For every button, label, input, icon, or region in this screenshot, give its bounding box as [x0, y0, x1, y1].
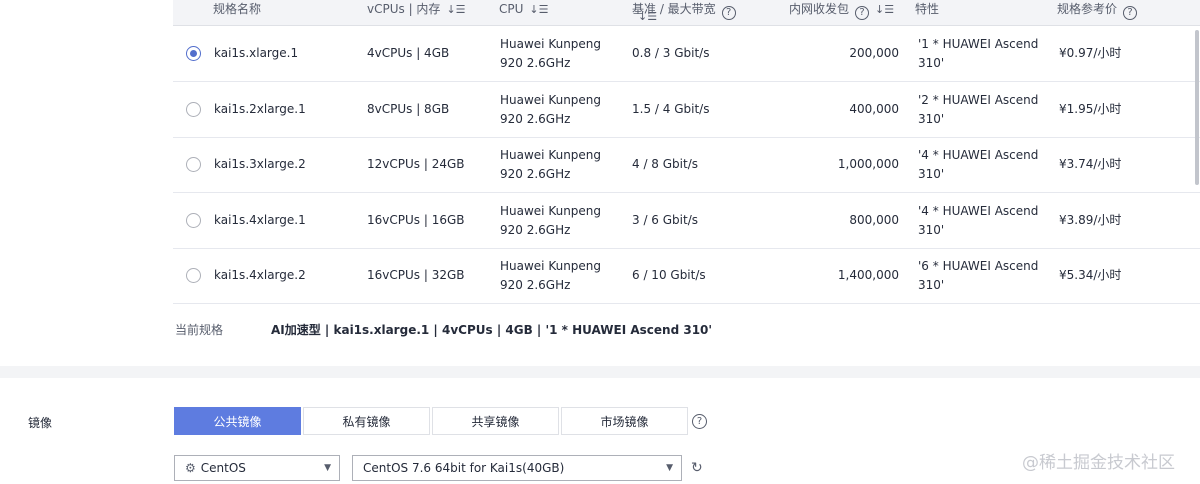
cell-name: kai1s.xlarge.1	[214, 46, 299, 60]
cell-cpu: Huawei Kunpeng 920 2.6GHz	[500, 37, 602, 70]
cell-features: '4 * HUAWEI Ascend 310'	[918, 148, 1039, 181]
tab-public-image[interactable]: 公共镜像	[174, 407, 301, 435]
tab-private-image[interactable]: 私有镜像	[303, 407, 430, 435]
cell-pps: 1,400,000	[837, 268, 899, 282]
image-type-tabs: 公共镜像 私有镜像 共享镜像 市场镜像	[174, 407, 690, 435]
cell-name: kai1s.4xlarge.1	[214, 212, 306, 227]
col-header-name: 规格名称	[213, 2, 262, 16]
question-circle-icon[interactable]: ?	[692, 414, 707, 429]
gear-icon: ⚙	[185, 461, 196, 475]
cell-cpu: Huawei Kunpeng 920 2.6GHz	[500, 148, 602, 181]
flavor-radio[interactable]	[186, 212, 201, 228]
cell-price: ¥3.74/小时	[1059, 157, 1122, 171]
current-spec-label: 当前规格	[175, 323, 224, 337]
sort-icon[interactable]: ↓☰	[638, 10, 657, 23]
cell-cpu: Huawei Kunpeng 920 2.6GHz	[500, 203, 602, 237]
flavor-table: 规格名称 vCPUs | 内存 ↓☰ CPU ↓☰ 基准 / 最大带宽? 内网收发包…	[173, 0, 1200, 304]
col-header-cpu[interactable]: CPU ↓☰	[499, 0, 548, 26]
table-row[interactable]: kai1s.3xlarge.2 12vCPUs | 24GB Huawei Kunp…	[173, 137, 1200, 193]
cell-price: ¥1.95/小时	[1059, 101, 1122, 116]
table-row[interactable]: kai1s.4xlarge.2 16vCPUs | 32GB Huawei Kunp…	[173, 248, 1200, 304]
cell-features: '4 * HUAWEI Ascend 310'	[918, 203, 1039, 237]
table-header: 规格名称 vCPUs | 内存 ↓☰ CPU ↓☰ 基准 / 最大带宽? 内网收发包…	[173, 0, 1200, 26]
cell-vcpu-mem: 12vCPUs | 24GB	[367, 157, 465, 171]
flavor-radio[interactable]	[186, 157, 201, 172]
tab-shared-image[interactable]: 共享镜像	[432, 407, 559, 435]
cell-pps: 200,000	[849, 46, 899, 60]
cell-cpu: Huawei Kunpeng 920 2.6GHz	[500, 259, 602, 292]
cell-vcpu-mem: 8vCPUs | 8GB	[367, 101, 450, 116]
cell-vcpu-mem: 4vCPUs | 4GB	[367, 46, 450, 60]
cell-price: ¥0.97/小时	[1059, 46, 1122, 60]
flavor-radio[interactable]	[186, 101, 201, 117]
cell-bandwidth: 1.5 / 4 Gbit/s	[632, 101, 710, 116]
sort-icon[interactable]: ↓☰	[529, 0, 548, 27]
watermark: @稀土掘金技术社区	[1022, 453, 1175, 473]
os-select[interactable]: ⚙ CentOS ▼	[174, 455, 340, 481]
question-circle-icon[interactable]: ?	[721, 6, 736, 20]
cell-pps: 800,000	[849, 212, 899, 227]
cell-bandwidth: 0.8 / 3 Gbit/s	[632, 46, 710, 60]
cell-features: '1 * HUAWEI Ascend 310'	[918, 37, 1039, 70]
caret-down-icon: ▼	[324, 463, 331, 473]
refresh-icon[interactable]: ↻	[691, 460, 703, 476]
table-row[interactable]: kai1s.xlarge.1 4vCPUs | 4GB Huawei Kunpeng…	[173, 26, 1200, 82]
cell-pps: 1,000,000	[837, 157, 899, 171]
sort-icon[interactable]: ↓☰	[446, 0, 465, 27]
cell-cpu: Huawei Kunpeng 920 2.6GHz	[500, 92, 602, 126]
image-label: 镜像	[28, 416, 53, 430]
col-header-price: 规格参考价?	[1057, 0, 1138, 26]
cell-features: '6 * HUAWEI Ascend 310'	[918, 259, 1039, 292]
table-row[interactable]: kai1s.4xlarge.1 16vCPUs | 16GB Huawei Kunp…	[173, 193, 1200, 249]
col-header-pps[interactable]: 内网收发包? ↓☰	[789, 0, 894, 26]
sort-icon[interactable]: ↓☰	[875, 0, 894, 27]
flavor-radio[interactable]	[186, 268, 201, 283]
cell-bandwidth: 4 / 8 Gbit/s	[632, 157, 699, 171]
table-scrollbar[interactable]	[1195, 30, 1199, 185]
cell-name: kai1s.3xlarge.2	[214, 157, 306, 171]
question-circle-icon[interactable]: ?	[855, 6, 870, 20]
caret-down-icon: ▼	[666, 463, 673, 473]
cell-bandwidth: 3 / 6 Gbit/s	[632, 212, 699, 227]
cell-price: ¥3.89/小时	[1059, 212, 1122, 227]
table-row[interactable]: kai1s.2xlarge.1 8vCPUs | 8GB Huawei Kunpen…	[173, 82, 1200, 138]
current-spec-value: AI加速型 | kai1s.xlarge.1 | 4vCPUs | 4GB | …	[271, 323, 713, 337]
cell-vcpu-mem: 16vCPUs | 16GB	[367, 212, 465, 227]
cell-vcpu-mem: 16vCPUs | 32GB	[367, 268, 465, 282]
cell-price: ¥5.34/小时	[1059, 268, 1122, 282]
flavor-section: 规格名称 vCPUs | 内存 ↓☰ CPU ↓☰ 基准 / 最大带宽? 内网收发包…	[0, 0, 1200, 366]
cell-name: kai1s.4xlarge.2	[214, 268, 306, 282]
tab-market-image[interactable]: 市场镜像	[561, 407, 688, 435]
image-version-select[interactable]: CentOS 7.6 64bit for Kai1s(40GB) ▼	[352, 455, 682, 481]
flavor-radio[interactable]	[186, 46, 201, 61]
cell-bandwidth: 6 / 10 Gbit/s	[632, 268, 706, 282]
section-divider	[0, 366, 1200, 378]
col-header-vcpu[interactable]: vCPUs | 内存 ↓☰	[367, 0, 466, 26]
cell-name: kai1s.2xlarge.1	[214, 101, 306, 116]
cell-features: '2 * HUAWEI Ascend 310'	[918, 92, 1039, 126]
col-header-features: 特性	[915, 2, 940, 16]
question-circle-icon[interactable]: ?	[1123, 6, 1138, 20]
cell-pps: 400,000	[849, 101, 899, 116]
